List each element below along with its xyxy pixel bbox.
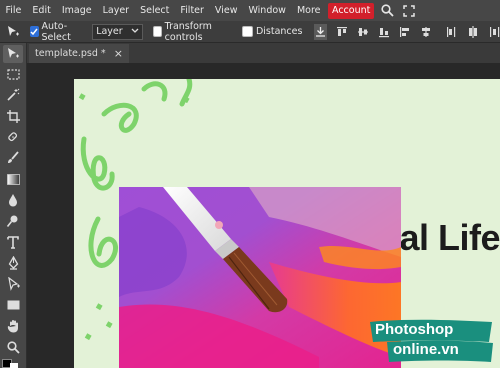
- menu-bar: File Edit Image Layer Select Filter View…: [0, 0, 500, 21]
- menu-more[interactable]: More: [291, 0, 326, 21]
- fullscreen-icon[interactable]: [400, 2, 418, 20]
- menu-edit[interactable]: Edit: [27, 0, 56, 21]
- move-tool-icon[interactable]: [3, 45, 23, 63]
- logo-line-2: online.vn: [393, 341, 459, 358]
- shape-icon[interactable]: [3, 296, 23, 314]
- auto-select-checkbox[interactable]: [30, 26, 39, 37]
- tools-panel: [0, 43, 27, 368]
- menu-select[interactable]: Select: [135, 0, 175, 21]
- distribute-center-icon[interactable]: [467, 25, 479, 38]
- distances-checkbox[interactable]: [241, 26, 253, 37]
- marquee-tool-icon[interactable]: [3, 65, 23, 83]
- auto-select-target-value: Layer: [96, 26, 123, 37]
- search-icon[interactable]: [378, 2, 396, 20]
- dodge-icon[interactable]: [3, 212, 23, 230]
- chevron-down-icon: [131, 26, 139, 37]
- color-swatches-icon[interactable]: [2, 356, 22, 368]
- align-hcenter-icon[interactable]: [420, 26, 432, 38]
- align-bottom-icon[interactable]: [378, 26, 390, 38]
- headline-text: al Life: [399, 217, 500, 258]
- close-icon[interactable]: ×: [114, 47, 123, 60]
- transform-controls-label: Transform controls: [164, 20, 212, 43]
- path-select-icon[interactable]: [3, 275, 23, 293]
- distribute-right-icon[interactable]: [488, 26, 500, 38]
- type-icon[interactable]: [3, 233, 23, 251]
- account-button[interactable]: Account: [328, 2, 375, 19]
- tab-title: template.psd *: [35, 48, 106, 59]
- align-download-icon[interactable]: [314, 23, 327, 40]
- menu-window[interactable]: Window: [243, 0, 291, 21]
- blur-icon[interactable]: [3, 191, 23, 209]
- transform-controls-checkbox[interactable]: [152, 26, 162, 37]
- transform-controls-option[interactable]: Transform controls: [152, 20, 233, 43]
- paintbrush-photo-layer[interactable]: [119, 187, 401, 368]
- menu-filter[interactable]: Filter: [175, 0, 210, 21]
- distribute-left-icon[interactable]: [446, 26, 458, 38]
- photoshop-online-logo: Photoshop online.vn: [367, 318, 495, 364]
- crop-icon[interactable]: [3, 107, 23, 125]
- gradient-icon[interactable]: [3, 170, 23, 188]
- workspace: al Life y?: [27, 63, 500, 368]
- align-vcenter-icon[interactable]: [357, 26, 369, 38]
- magic-wand-icon[interactable]: [3, 86, 23, 104]
- distances-label: Distances: [255, 26, 303, 37]
- zoom-icon[interactable]: [3, 338, 23, 356]
- tab-template-psd[interactable]: template.psd * ×: [29, 44, 129, 63]
- hand-icon[interactable]: [3, 317, 23, 335]
- auto-select-label: Auto-Select: [41, 20, 71, 43]
- align-left-icon[interactable]: [399, 26, 411, 38]
- menu-layer[interactable]: Layer: [97, 0, 135, 21]
- logo-line-1: Photoshop: [375, 321, 454, 338]
- spot-healing-icon[interactable]: [3, 128, 23, 146]
- auto-select-option[interactable]: Auto-Select: [30, 21, 84, 43]
- options-bar: Auto-Select Layer Transform controls Dis…: [0, 21, 500, 43]
- align-top-icon[interactable]: [336, 26, 348, 38]
- pen-icon[interactable]: [3, 254, 23, 272]
- auto-select-target-dropdown[interactable]: Layer: [92, 23, 143, 40]
- move-tool-indicator: [6, 25, 20, 39]
- document-tab-bar: template.psd * ×: [27, 43, 500, 63]
- menu-image[interactable]: Image: [56, 0, 97, 21]
- distances-option[interactable]: Distances: [241, 26, 303, 37]
- brush-icon[interactable]: [3, 149, 23, 167]
- menu-view[interactable]: View: [209, 0, 243, 21]
- menu-file[interactable]: File: [0, 0, 27, 21]
